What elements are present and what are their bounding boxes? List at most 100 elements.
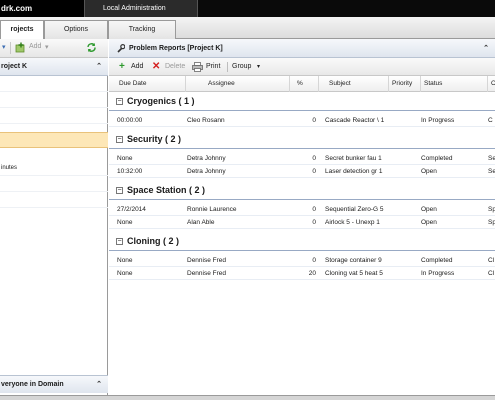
- cell-assignee: Dennise Fred: [187, 270, 227, 277]
- add-button[interactable]: Add: [131, 58, 143, 76]
- table-row[interactable]: None Dennise Fred 20 Cloning vat 5 heat 5 In…: [109, 267, 495, 280]
- column-status[interactable]: Status: [420, 76, 487, 92]
- cell-c: Cl: [488, 257, 495, 264]
- top-bar: drk.com Local Administration: [0, 0, 495, 17]
- print-icon[interactable]: [192, 62, 203, 72]
- cell-c: Sp: [488, 219, 495, 226]
- column-percent[interactable]: %: [289, 76, 318, 92]
- collapse-icon[interactable]: −: [116, 187, 123, 194]
- group-header[interactable]: − Space Station ( 2 ): [109, 181, 495, 200]
- column-subject[interactable]: Subject: [318, 76, 388, 92]
- problem-reports-grid: − Cryogenics ( 1 ) 00:00:00 Cleo Rosann 0 Cas…: [109, 92, 495, 395]
- chevron-up-icon[interactable]: ⌃: [96, 376, 102, 394]
- dropdown-arrow-icon[interactable]: ▾: [2, 43, 6, 51]
- table-row[interactable]: None Alan Able 0 Airlock 5 - Unexp 1 Open Sp: [109, 216, 495, 229]
- toolbar-separator: [227, 62, 228, 72]
- collapse-icon[interactable]: −: [116, 238, 123, 245]
- delete-icon[interactable]: ✕: [152, 58, 160, 76]
- list-item[interactable]: inutes: [0, 160, 108, 176]
- add-icon[interactable]: +: [119, 58, 125, 76]
- cell-pct: 0: [312, 257, 316, 264]
- cell-assignee: Ronnie Laurence: [187, 206, 237, 213]
- cell-due: None: [117, 257, 133, 264]
- column-category[interactable]: C: [487, 76, 495, 92]
- list-item[interactable]: [0, 92, 108, 108]
- cell-c: C: [488, 117, 493, 124]
- cell-assignee: Cleo Rosann: [187, 117, 225, 124]
- list-item[interactable]: [0, 76, 108, 92]
- tab-projects[interactable]: rojects: [0, 20, 44, 40]
- cell-due: 00:00:00: [117, 117, 143, 124]
- cell-assignee: Detra Johnny: [187, 168, 226, 175]
- page-title: Problem Reports [Project K]: [129, 45, 223, 52]
- group-name: Security ( 2 ): [127, 134, 182, 144]
- project-header-label: roject K: [1, 63, 28, 70]
- cell-due: None: [117, 219, 133, 226]
- group-name: Cryogenics ( 1 ): [127, 96, 195, 106]
- cell-subject: Sequential Zero-G 5: [325, 206, 384, 213]
- cell-pct: 20: [308, 270, 316, 277]
- cell-subject: Storage container 9: [325, 257, 382, 264]
- column-priority[interactable]: Priority: [388, 76, 420, 92]
- collapse-icon[interactable]: −: [116, 98, 123, 105]
- cell-c: Cl: [488, 270, 495, 277]
- list-item[interactable]: [0, 192, 108, 208]
- add-project-icon[interactable]: [15, 42, 26, 55]
- table-row[interactable]: 00:00:00 Cleo Rosann 0 Cascade Reactor \ 1 I…: [109, 114, 495, 127]
- table-row[interactable]: 27/2/2014 Ronnie Laurence 0 Sequential Zero…: [109, 203, 495, 216]
- main-tabs: rojects Options Tracking: [0, 17, 495, 40]
- delete-button[interactable]: Delete: [165, 58, 185, 76]
- tab-options[interactable]: Options: [44, 20, 108, 39]
- cell-pct: 0: [312, 206, 316, 213]
- group-header[interactable]: − Cryogenics ( 1 ): [109, 92, 495, 111]
- problem-reports-header: Problem Reports [Project K] ⌃: [109, 39, 495, 58]
- print-button[interactable]: Print: [206, 58, 220, 76]
- add-project-button[interactable]: Add: [29, 43, 41, 50]
- refresh-icon[interactable]: [86, 42, 97, 55]
- chevron-down-icon[interactable]: ▾: [257, 58, 260, 76]
- column-assignee[interactable]: Assignee: [185, 76, 289, 92]
- chevron-up-icon[interactable]: ⌃: [483, 39, 489, 58]
- cell-subject: Laser detection gr 1: [325, 168, 383, 175]
- group-header[interactable]: − Cloning ( 2 ): [109, 232, 495, 251]
- cell-c: Se: [488, 155, 495, 162]
- cell-status: In Progress: [421, 270, 455, 277]
- list-item[interactable]: [0, 176, 108, 192]
- cell-priority: [391, 203, 419, 216]
- cell-due: 10:32:00: [117, 168, 143, 175]
- cell-priority: [391, 216, 419, 229]
- list-item[interactable]: [0, 108, 108, 124]
- cell-status: Open: [421, 219, 437, 226]
- brand-label: drk.com: [0, 0, 84, 17]
- table-row[interactable]: None Detra Johnny 0 Secret bunker fau 1 Comp…: [109, 152, 495, 165]
- cell-due: 27/2/2014: [117, 206, 146, 213]
- cell-c: Se: [488, 168, 495, 175]
- cell-status: Completed: [421, 257, 453, 264]
- cell-pct: 0: [312, 168, 316, 175]
- list-item-selected[interactable]: [0, 132, 108, 148]
- add-dropdown-icon[interactable]: ▾: [45, 43, 49, 51]
- local-administration-tab[interactable]: Local Administration: [84, 0, 198, 17]
- projects-panel: ▾ Add ▾ roject K ⌃ inutes veryone in Dom…: [0, 39, 108, 395]
- collapse-icon[interactable]: −: [116, 136, 123, 143]
- cell-pct: 0: [312, 219, 316, 226]
- cell-subject: Airlock 5 - Unexp 1: [325, 219, 380, 226]
- cell-status: Completed: [421, 155, 453, 162]
- cell-c: Sp: [488, 206, 495, 213]
- reports-toolbar: + Add ✕ Delete Print Group ▾: [109, 58, 495, 76]
- domain-footer[interactable]: veryone in Domain ⌃: [0, 375, 108, 393]
- wrench-icon: [117, 44, 125, 53]
- cell-status: Open: [421, 168, 437, 175]
- cell-priority: [391, 165, 419, 178]
- group-button[interactable]: Group: [232, 58, 251, 76]
- tab-tracking[interactable]: Tracking: [108, 20, 176, 39]
- group-header[interactable]: − Security ( 2 ): [109, 130, 495, 149]
- table-row[interactable]: None Dennise Fred 0 Storage container 9 Comp…: [109, 254, 495, 267]
- group-name: Cloning ( 2 ): [127, 236, 179, 246]
- column-due-date[interactable]: Due Date: [109, 76, 185, 92]
- cell-due: None: [117, 155, 133, 162]
- chevron-up-icon[interactable]: ⌃: [96, 58, 102, 76]
- table-row[interactable]: 10:32:00 Detra Johnny 0 Laser detection gr …: [109, 165, 495, 178]
- cell-subject: Secret bunker fau 1: [325, 155, 382, 162]
- project-header[interactable]: roject K ⌃: [0, 58, 108, 76]
